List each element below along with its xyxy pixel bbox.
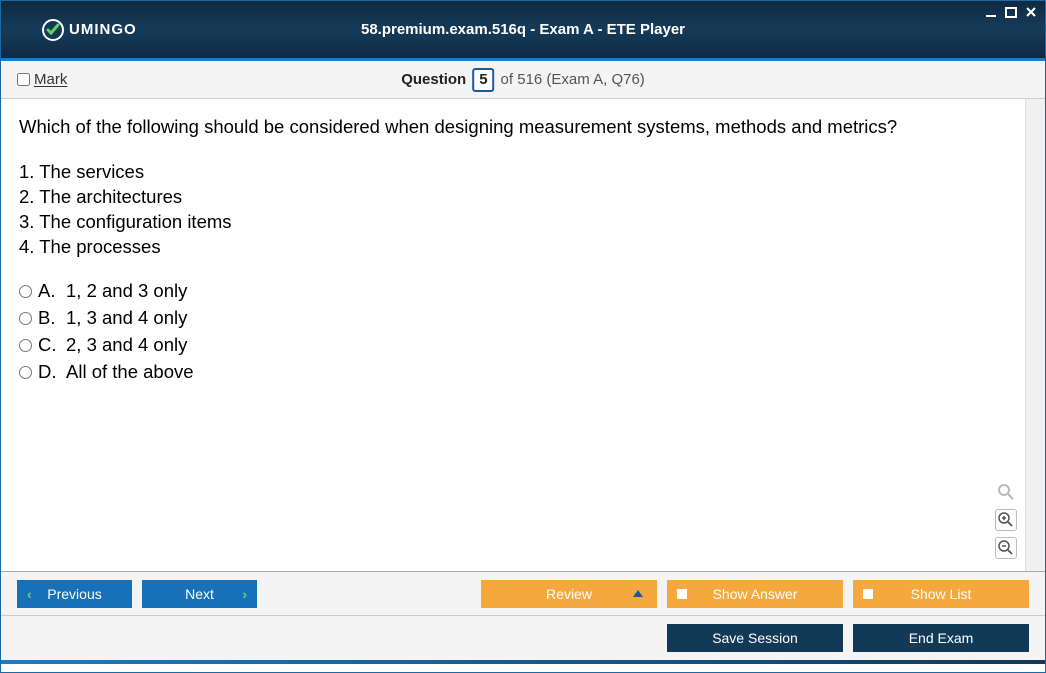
- answer-letter: B.: [38, 306, 60, 331]
- answer-radio[interactable]: [19, 339, 32, 352]
- answer-text: 2, 3 and 4 only: [66, 333, 187, 358]
- answer-letter: C.: [38, 333, 60, 358]
- answer-option[interactable]: C. 2, 3 and 4 only: [19, 332, 1027, 359]
- logo-check-icon: [41, 18, 65, 42]
- answer-radio[interactable]: [19, 312, 32, 325]
- show-answer-label: Show Answer: [713, 586, 798, 602]
- answer-option[interactable]: B. 1, 3 and 4 only: [19, 305, 1027, 332]
- mark-label: Mark: [34, 71, 67, 88]
- list-item: 2. The architectures: [19, 185, 1027, 210]
- question-label: Question: [401, 71, 466, 88]
- chevron-left-icon: ‹: [27, 586, 32, 602]
- content-area: Which of the following should be conside…: [1, 99, 1045, 572]
- maximize-icon[interactable]: [1003, 5, 1019, 19]
- logo-text: UMINGO: [69, 21, 137, 38]
- square-icon: [863, 589, 873, 599]
- end-exam-button[interactable]: End Exam: [853, 624, 1029, 652]
- square-icon: [677, 589, 687, 599]
- mark-checkbox[interactable]: [17, 73, 30, 86]
- review-label: Review: [546, 586, 592, 602]
- previous-label: Previous: [47, 586, 101, 602]
- answer-radio[interactable]: [19, 366, 32, 379]
- answer-option[interactable]: D. All of the above: [19, 359, 1027, 386]
- next-button[interactable]: Next ›: [142, 580, 257, 608]
- list-item: 4. The processes: [19, 235, 1027, 260]
- answer-letter: D.: [38, 360, 60, 385]
- list-item: 1. The services: [19, 160, 1027, 185]
- question-bar: Mark Question 5 of 516 (Exam A, Q76): [1, 61, 1045, 99]
- zoom-tools: [995, 481, 1017, 559]
- question-info: Question 5 of 516 (Exam A, Q76): [401, 68, 645, 92]
- answer-text: 1, 2 and 3 only: [66, 279, 187, 304]
- titlebar: UMINGO 58.premium.exam.516q - Exam A - E…: [1, 1, 1045, 61]
- show-answer-button[interactable]: Show Answer: [667, 580, 843, 608]
- show-list-button[interactable]: Show List: [853, 580, 1029, 608]
- zoom-out-icon[interactable]: [995, 537, 1017, 559]
- nav-button-row: ‹ Previous Next › Review Show Answer Sho…: [1, 572, 1045, 616]
- answers-list: A. 1, 2 and 3 only B. 1, 3 and 4 only C.…: [19, 278, 1027, 386]
- zoom-in-icon[interactable]: [995, 509, 1017, 531]
- item-list: 1. The services 2. The architectures 3. …: [19, 160, 1027, 260]
- answer-radio[interactable]: [19, 285, 32, 298]
- next-label: Next: [185, 586, 214, 602]
- review-button[interactable]: Review: [481, 580, 657, 608]
- save-session-label: Save Session: [712, 630, 798, 646]
- save-session-button[interactable]: Save Session: [667, 624, 843, 652]
- logo: UMINGO: [41, 18, 137, 42]
- minimize-icon[interactable]: [983, 5, 999, 19]
- question-text: Which of the following should be conside…: [19, 115, 1027, 140]
- question-of-text: of 516 (Exam A, Q76): [501, 71, 645, 88]
- chevron-right-icon: ›: [242, 586, 247, 602]
- answer-letter: A.: [38, 279, 60, 304]
- window-controls: [983, 5, 1039, 19]
- end-exam-label: End Exam: [909, 630, 974, 646]
- answer-text: All of the above: [66, 360, 194, 385]
- mark-checkbox-wrap[interactable]: Mark: [17, 71, 67, 88]
- triangle-up-icon: [633, 590, 643, 597]
- answer-text: 1, 3 and 4 only: [66, 306, 187, 331]
- question-number-box[interactable]: 5: [472, 68, 494, 92]
- close-icon[interactable]: [1023, 5, 1039, 19]
- bottom-button-row: Save Session End Exam: [1, 616, 1045, 660]
- previous-button[interactable]: ‹ Previous: [17, 580, 132, 608]
- window-title: 58.premium.exam.516q - Exam A - ETE Play…: [361, 21, 685, 38]
- show-list-label: Show List: [911, 586, 972, 602]
- bottom-border: [1, 660, 1045, 664]
- list-item: 3. The configuration items: [19, 210, 1027, 235]
- answer-option[interactable]: A. 1, 2 and 3 only: [19, 278, 1027, 305]
- search-icon[interactable]: [995, 481, 1017, 503]
- scrollbar[interactable]: [1025, 99, 1045, 571]
